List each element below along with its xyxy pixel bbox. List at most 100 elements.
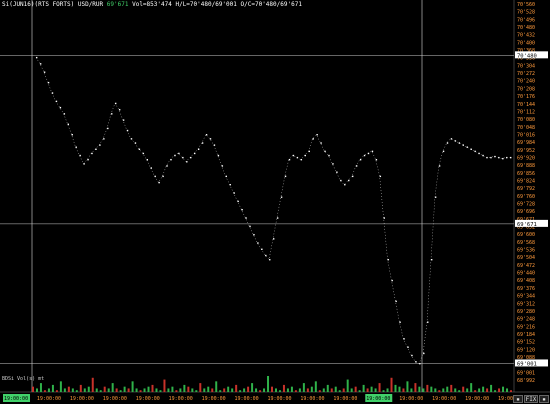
price-point xyxy=(419,362,421,365)
x-tick-label: 19:00:00 xyxy=(300,396,324,402)
volume-bar xyxy=(338,390,341,392)
price-chart[interactable]: 70'560 70'52870'496 70'480 70'43270'400 70'3… xyxy=(0,0,550,404)
y-tick-label: 70'112 xyxy=(517,109,535,115)
y-tick-label: 69'888 xyxy=(517,163,535,169)
price-point xyxy=(446,142,449,144)
volume-bar xyxy=(79,384,82,392)
price-trace xyxy=(35,57,510,364)
volume-bar xyxy=(282,384,285,392)
volume-bar xyxy=(414,383,417,392)
volume-bar xyxy=(155,388,158,392)
volume-bar xyxy=(151,384,154,392)
volume-bar xyxy=(127,388,130,392)
y-tick-label: 70'560 xyxy=(517,2,535,8)
volume-bar xyxy=(147,386,150,392)
price-point xyxy=(510,156,512,159)
chart-toolbar: ▪ FIX ▪ xyxy=(513,395,549,403)
y-tick-label: 70'016 xyxy=(517,132,535,138)
volume-bar xyxy=(354,386,357,392)
volume-bar xyxy=(502,386,505,392)
volume-bar xyxy=(263,388,266,392)
y-tick-label: 69'760 xyxy=(517,194,535,200)
volume-bar xyxy=(278,390,281,392)
volume-bar xyxy=(75,390,78,392)
volume-bar xyxy=(286,388,289,392)
y-tick-label: 69'696 xyxy=(517,209,535,215)
x-tick-label: 19:00:00 xyxy=(432,396,456,402)
price-point xyxy=(276,217,279,219)
price-point xyxy=(47,81,50,84)
toolbar-button-a[interactable]: ▪ xyxy=(513,395,523,403)
y-tick-label: 69'472 xyxy=(517,263,535,269)
volume-bar xyxy=(302,383,305,392)
volume-bar xyxy=(342,388,345,392)
y-tick-label: 69'536 xyxy=(517,248,535,254)
volume-bar xyxy=(274,388,277,392)
y-tick-label: 69'184 xyxy=(517,332,535,338)
price-point xyxy=(217,154,220,157)
plot-frame xyxy=(0,0,550,393)
volume-bar xyxy=(494,390,497,392)
y-tick-label: 70'144 xyxy=(517,102,535,108)
volume-bar xyxy=(107,388,110,392)
y-tick-label: 69'728 xyxy=(517,202,535,208)
price-point xyxy=(423,352,425,355)
price-point xyxy=(292,154,295,157)
volume-bar xyxy=(183,384,186,392)
volume-bar xyxy=(219,390,222,392)
y-tick-label: 69'824 xyxy=(517,178,535,184)
price-point xyxy=(257,242,259,244)
volume-bar xyxy=(251,383,254,392)
price-point xyxy=(304,154,306,157)
price-point xyxy=(332,163,334,165)
fix-button[interactable]: FIX xyxy=(524,395,538,403)
y-tick-label: 68'992 xyxy=(517,378,535,384)
y-tick-label: 69'376 xyxy=(517,286,535,292)
price-point xyxy=(241,209,243,211)
volume-bar xyxy=(247,386,250,392)
x-highlight-label: 19:00:00 xyxy=(4,396,28,402)
y-tick-label: 70'432 xyxy=(517,33,535,39)
volume-bar xyxy=(139,390,142,392)
price-point xyxy=(103,138,105,140)
volume-bar xyxy=(235,384,238,392)
y-axis: 70'560 70'52870'496 70'480 70'43270'400 70'3… xyxy=(515,2,548,384)
y-tick-label: 70'528 xyxy=(517,10,535,16)
y-tick-label: 69'440 xyxy=(517,271,535,277)
volume-bar xyxy=(370,386,373,392)
volume-bar xyxy=(426,384,429,392)
volume-bar xyxy=(195,390,198,392)
y-highlight-label-high: 70'480 xyxy=(517,53,537,59)
volume-bar xyxy=(179,388,182,392)
toolbar-button-b[interactable]: ▪ xyxy=(539,395,549,403)
volume-bar xyxy=(187,386,190,392)
volume-bar xyxy=(378,383,381,392)
price-point xyxy=(312,138,314,140)
y-tick-label: 70'240 xyxy=(517,79,535,85)
y-tick-label: 70'176 xyxy=(517,94,535,100)
price-point xyxy=(359,159,362,161)
volume-bar xyxy=(434,388,437,392)
y-tick-label: 69'920 xyxy=(517,155,535,161)
volume-bar xyxy=(39,383,42,392)
volume-bar xyxy=(430,386,433,392)
y-tick-label: 70'400 xyxy=(517,40,535,46)
y-tick-label: 70'048 xyxy=(517,125,535,131)
volume-bar xyxy=(406,381,409,392)
volume-bar xyxy=(402,388,405,392)
x-tick-label: 19:00:00 xyxy=(465,396,489,402)
x-axis: 19:00:00 19:00:00 19:00:00 19:00:00 19:00:00… xyxy=(3,394,522,402)
y-tick-label: 69'600 xyxy=(517,232,535,238)
volume-panel xyxy=(32,376,513,392)
price-point xyxy=(71,134,73,136)
volume-bar xyxy=(442,388,445,392)
price-point xyxy=(502,157,504,160)
volume-bar xyxy=(163,379,166,392)
x-tick-label: 19:00:00 xyxy=(267,396,291,402)
price-point xyxy=(490,156,492,159)
volume-bar xyxy=(227,386,230,392)
price-point xyxy=(300,159,303,161)
price-point xyxy=(328,154,330,157)
x-tick-label: 19:00:00 xyxy=(169,396,193,402)
y-highlight-label-last: 69'671 xyxy=(517,222,537,228)
